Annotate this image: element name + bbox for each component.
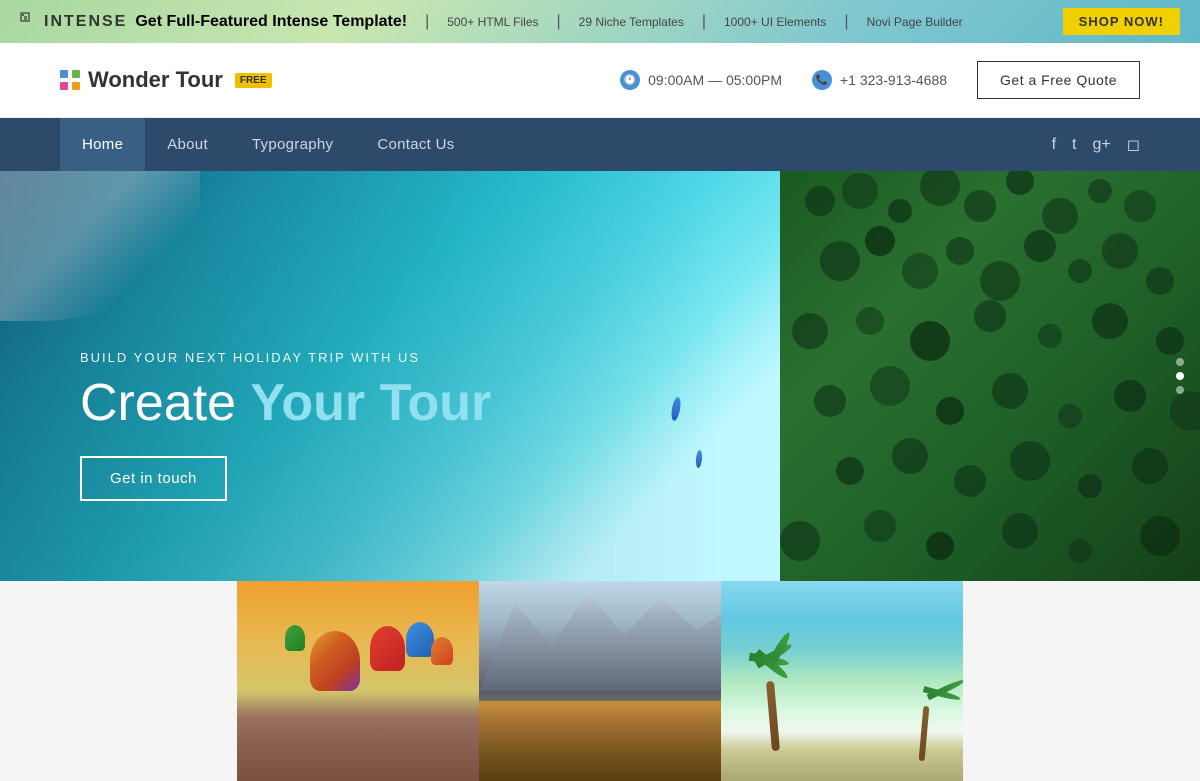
mountain-forest xyxy=(479,701,721,781)
slider-dot-1[interactable] xyxy=(1176,358,1184,366)
promo-tag-4: Novi Page Builder xyxy=(867,15,963,29)
google-plus-icon[interactable]: g+ xyxy=(1092,136,1110,154)
slider-dots[interactable] xyxy=(1176,358,1184,394)
gallery-image-balloons[interactable] xyxy=(237,581,479,781)
intense-logo: INTENSE xyxy=(20,12,127,32)
gallery-image-beach[interactable] xyxy=(721,581,963,781)
phone-contact: 📞 +1 323-913-4688 xyxy=(812,70,947,90)
balloon-main xyxy=(310,631,360,691)
gallery-image-mountain[interactable] xyxy=(479,581,721,781)
slider-dot-2[interactable] xyxy=(1176,372,1184,380)
hero-title-plain: Create xyxy=(80,374,251,432)
hero-title: Create Your Tour xyxy=(80,375,491,432)
promo-items: Get Full-Featured Intense Template! | 50… xyxy=(135,13,962,31)
palm-leaves-1 xyxy=(744,651,804,691)
nav-item-about[interactable]: About xyxy=(145,118,230,171)
slider-dot-3[interactable] xyxy=(1176,386,1184,394)
hero-content: BUILD YOUR NEXT HOLIDAY TRIP WITH US Cre… xyxy=(80,350,491,501)
logo-dot-4 xyxy=(72,82,80,90)
nav-item-home[interactable]: Home xyxy=(60,118,145,171)
palm-tree-2 xyxy=(921,706,927,761)
rock-formations xyxy=(237,691,479,781)
get-in-touch-button[interactable]: Get in touch xyxy=(80,456,227,501)
promo-main-text: Get Full-Featured Intense Template! xyxy=(135,13,407,31)
quote-button[interactable]: Get a Free Quote xyxy=(977,61,1140,99)
nav-item-typography[interactable]: Typography xyxy=(230,118,355,171)
instagram-icon[interactable]: ◻ xyxy=(1127,135,1140,155)
balloon-4 xyxy=(431,637,453,665)
promo-tag-3: 1000+ UI Elements xyxy=(724,15,826,29)
promo-left: INTENSE Get Full-Featured Intense Templa… xyxy=(20,12,963,32)
promo-tag-1: 500+ HTML Files xyxy=(447,15,538,29)
hours-contact: 🕐 09:00AM — 05:00PM xyxy=(620,70,782,90)
nav-link-contact[interactable]: Contact Us xyxy=(355,118,476,171)
nav-item-contact[interactable]: Contact Us xyxy=(355,118,476,171)
logo-dots xyxy=(60,70,80,90)
logo-dot-1 xyxy=(60,70,68,78)
nav-link-about[interactable]: About xyxy=(145,118,230,171)
hours-text: 09:00AM — 05:00PM xyxy=(648,72,782,88)
hero-title-bold: Your Tour xyxy=(251,374,492,432)
header-contact: 🕐 09:00AM — 05:00PM 📞 +1 323-913-4688 Ge… xyxy=(620,61,1140,99)
shop-now-button[interactable]: SHOP NOW! xyxy=(1063,8,1180,35)
header: Wonder Tour FREE 🕐 09:00AM — 05:00PM 📞 +… xyxy=(0,43,1200,118)
facebook-icon[interactable]: f xyxy=(1052,136,1056,154)
twitter-icon[interactable]: t xyxy=(1072,136,1076,154)
phone-icon: 📞 xyxy=(812,70,832,90)
nav-link-typography[interactable]: Typography xyxy=(230,118,355,171)
clock-icon: 🕐 xyxy=(620,70,640,90)
promo-bar: INTENSE Get Full-Featured Intense Templa… xyxy=(0,0,1200,43)
logo-name: Wonder Tour xyxy=(88,67,223,93)
palm-tree-1 xyxy=(769,681,777,751)
logo-badge: FREE xyxy=(235,73,272,88)
logo-dot-3 xyxy=(60,82,68,90)
logo-dot-2 xyxy=(72,70,80,78)
intense-logo-icon xyxy=(20,12,40,32)
nav-social: f t g+ ◻ xyxy=(1052,135,1140,155)
hero-section: BUILD YOUR NEXT HOLIDAY TRIP WITH US Cre… xyxy=(0,171,1200,581)
hero-subtitle: BUILD YOUR NEXT HOLIDAY TRIP WITH US xyxy=(80,350,491,365)
nav-links: Home About Typography Contact Us xyxy=(60,118,477,171)
phone-text: +1 323-913-4688 xyxy=(840,72,947,88)
nav-link-home[interactable]: Home xyxy=(60,118,145,171)
intense-logo-text: INTENSE xyxy=(44,13,127,31)
gallery-spacer-right xyxy=(963,581,1200,781)
gallery-spacer-left xyxy=(0,581,237,781)
balloon-2 xyxy=(370,626,405,671)
gallery-row xyxy=(0,581,1200,781)
promo-tag-2: 29 Niche Templates xyxy=(579,15,684,29)
balloon-5 xyxy=(285,625,305,651)
main-nav: Home About Typography Contact Us f t g+ … xyxy=(0,118,1200,171)
logo[interactable]: Wonder Tour FREE xyxy=(60,67,272,93)
